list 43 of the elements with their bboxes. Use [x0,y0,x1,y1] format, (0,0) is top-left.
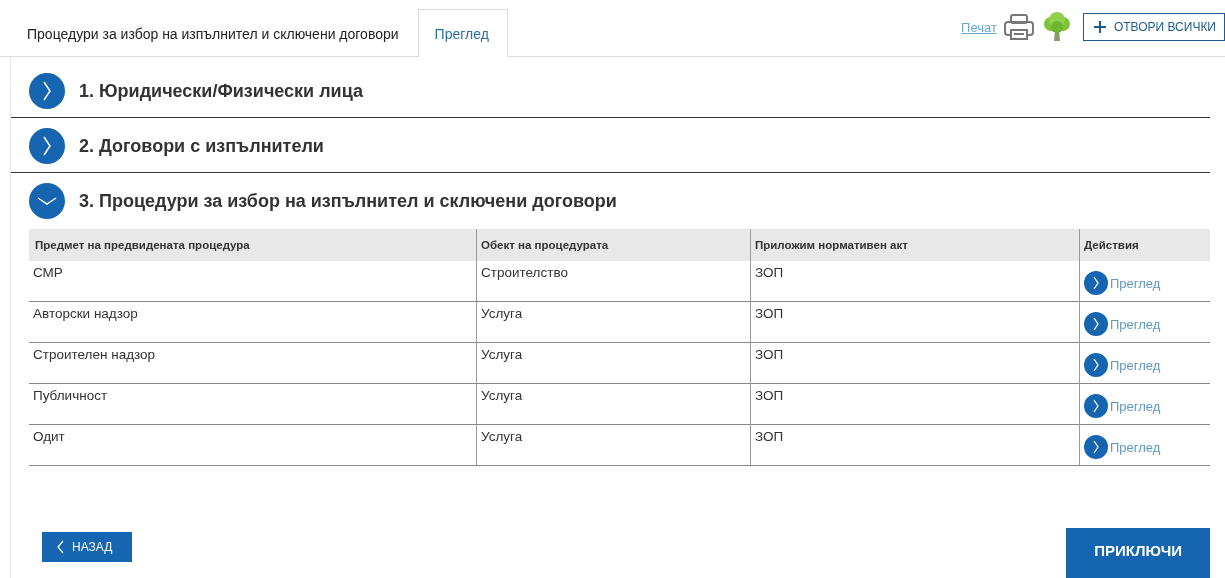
tab[interactable]: Процедури за избор на изпълнител и сключени договори [10,9,418,56]
table-cell: СМР [29,261,477,302]
tab[interactable]: Преглед [417,9,508,57]
plus-icon [1093,21,1106,33]
table-cell: ЗОП [750,424,1080,466]
section-title: 1. Юридически/Физически лица [79,80,363,102]
view-link[interactable]: Преглед [1084,271,1161,295]
print-link[interactable]: Печат [961,19,997,35]
table-cell: Услуга [476,424,751,466]
open-all-button[interactable]: ОТВОРИ ВСИЧКИ [1082,13,1225,41]
expand-icon[interactable] [29,73,65,109]
table-cell: Услуга [476,383,751,425]
table-cell: ЗОП [750,301,1080,343]
chevron-icon [1084,435,1108,459]
column-header: Обект на процедурата [476,229,751,261]
table-cell: Одит [29,424,477,466]
column-header: Приложим нормативен акт [750,229,1080,261]
table-cell: ЗОП [750,383,1080,425]
collapse-icon[interactable] [29,183,65,219]
expand-icon[interactable] [29,128,65,164]
section-title: 2. Договори с изпълнители [79,135,324,157]
chevron-left-icon [56,540,64,554]
chevron-icon [1084,312,1108,336]
chevron-icon [1084,394,1108,418]
printer-icon[interactable] [1002,13,1035,41]
chevron-icon [1084,271,1108,295]
table-cell: Авторски надзор [29,301,477,343]
column-header: Действия [1079,229,1210,261]
table-cell: Строителен надзор [29,342,477,384]
table-cell: Публичност [29,383,477,425]
view-link[interactable]: Преглед [1084,312,1161,336]
table-cell: Услуга [476,342,751,384]
table-cell: ЗОП [750,261,1080,302]
chevron-icon [1084,353,1108,377]
finish-button[interactable]: ПРИКЛЮЧИ [1066,528,1210,578]
table-cell: Строителство [476,261,751,302]
section-title: 3. Процедури за избор на изпълнител и сключени договори [79,190,617,212]
table-cell: Услуга [476,301,751,343]
back-button[interactable]: НАЗАД [42,532,133,562]
table-cell: ЗОП [750,342,1080,384]
view-link[interactable]: Преглед [1084,353,1161,377]
view-link[interactable]: Преглед [1084,394,1161,418]
column-header: Предмет на предвидената процедура [29,229,477,261]
